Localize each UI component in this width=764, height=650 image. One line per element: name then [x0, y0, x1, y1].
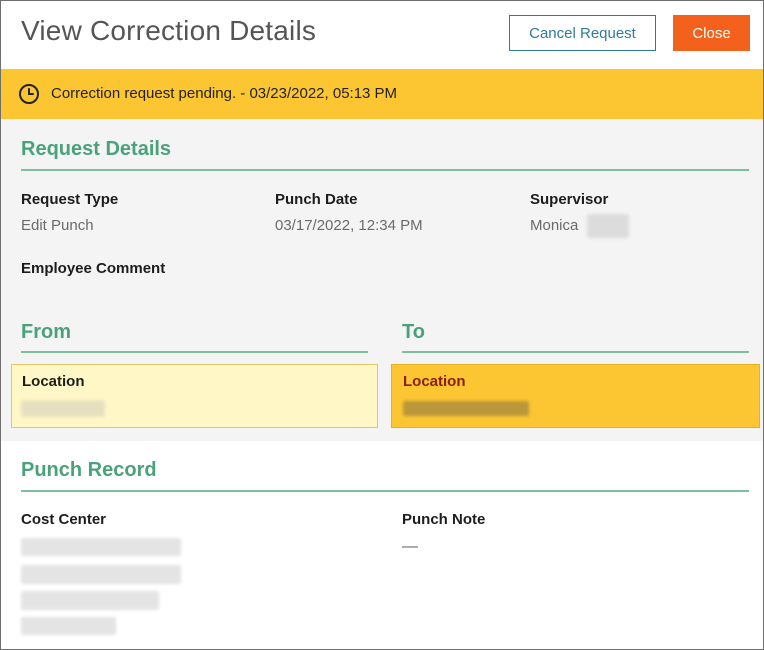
redacted-from-location — [21, 400, 105, 417]
to-divider — [402, 351, 749, 353]
request-type-value: Edit Punch — [21, 217, 94, 234]
punch-record-title: Punch Record — [21, 459, 157, 481]
from-divider — [21, 351, 368, 353]
correction-details-dialog: View Correction Details Cancel Request C… — [0, 0, 764, 650]
cancel-request-button[interactable]: Cancel Request — [509, 15, 656, 51]
request-type-label: Request Type — [21, 191, 119, 208]
redacted-supervisor-surname — [587, 214, 629, 238]
request-details-divider — [21, 169, 749, 171]
from-location-box: Location — [11, 364, 378, 428]
dialog-header: View Correction Details Cancel Request C… — [1, 1, 763, 68]
redacted-cost-center-line-4 — [21, 617, 116, 635]
from-location-label: Location — [22, 373, 85, 390]
punch-record-divider — [21, 490, 749, 492]
to-location-label: Location — [403, 373, 466, 390]
from-title: From — [21, 321, 71, 343]
status-banner: Correction request pending. - 03/23/2022… — [1, 69, 763, 119]
to-title: To — [402, 321, 425, 343]
redacted-to-location — [403, 401, 529, 416]
punch-note-label: Punch Note — [402, 511, 486, 528]
clock-icon — [19, 84, 39, 104]
page-title: View Correction Details — [21, 15, 317, 46]
redacted-cost-center-line-3 — [21, 591, 159, 610]
punch-note-value: — — [402, 538, 418, 555]
punch-date-label: Punch Date — [275, 191, 358, 208]
to-location-box: Location — [391, 364, 760, 428]
punch-date-value: 03/17/2022, 12:34 PM — [275, 217, 423, 234]
redacted-cost-center-line-2 — [21, 565, 181, 584]
employee-comment-label: Employee Comment — [21, 260, 166, 277]
supervisor-label: Supervisor — [530, 191, 609, 208]
redacted-cost-center-line-1 — [21, 538, 181, 556]
request-details-title: Request Details — [21, 138, 172, 160]
supervisor-value: Monica — [530, 217, 579, 234]
status-banner-text: Correction request pending. - 03/23/2022… — [51, 85, 398, 102]
cost-center-label: Cost Center — [21, 511, 107, 528]
close-button[interactable]: Close — [673, 15, 750, 51]
